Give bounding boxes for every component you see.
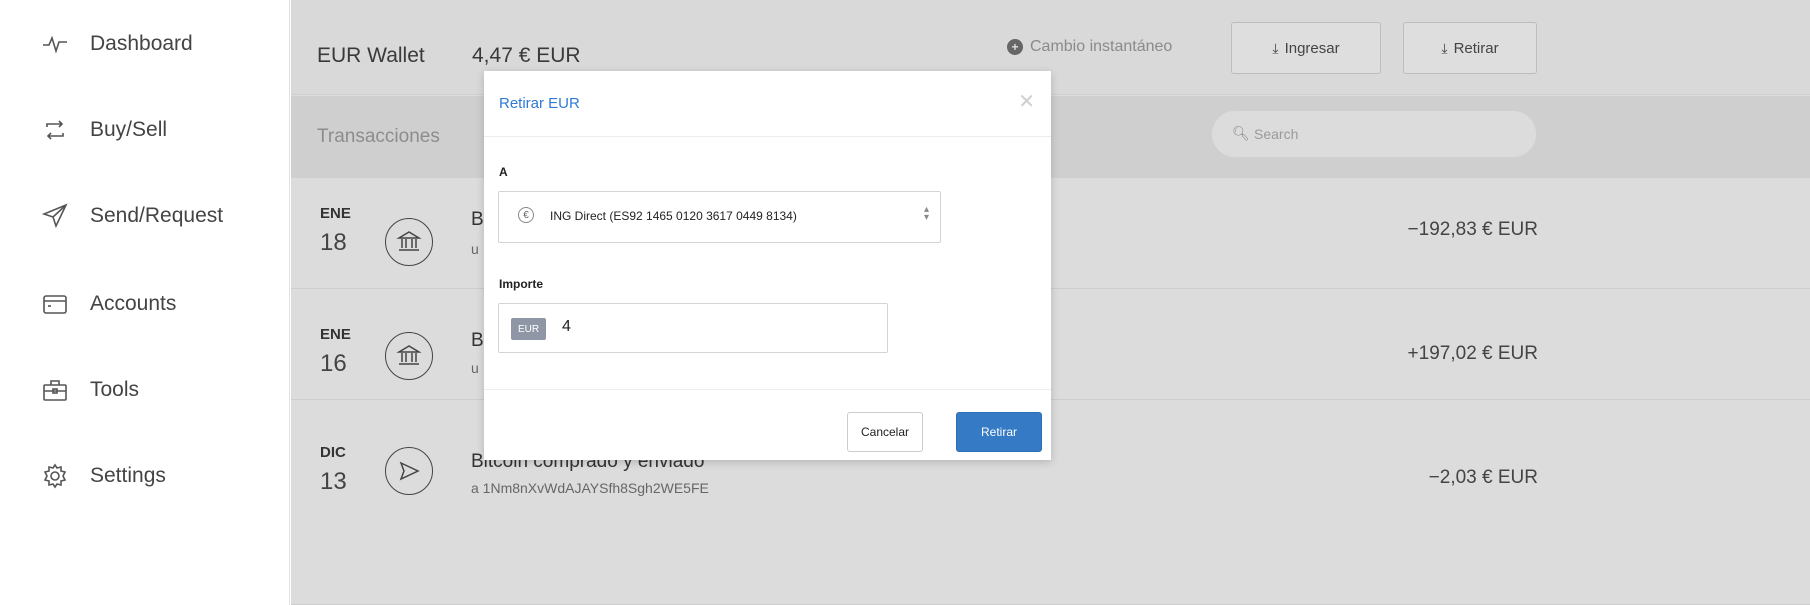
plus-circle-icon: + xyxy=(1007,39,1023,55)
tx-description: B xyxy=(471,330,484,351)
sidebar-item-label: Send/Request xyxy=(90,204,224,227)
tx-subtitle: a 1Nm8nXvWdAJAYSfh8Sgh2WE5FE xyxy=(471,480,709,496)
instant-exchange-toggle[interactable]: + Cambio instantáneo xyxy=(1007,38,1172,56)
tx-amount: −2,03 € EUR xyxy=(1428,467,1538,488)
withdraw-submit-button[interactable]: Retirar xyxy=(956,412,1042,452)
briefcase-icon xyxy=(40,375,70,405)
tx-description: B xyxy=(471,209,484,230)
sidebar-item-buy-sell[interactable]: Buy/Sell xyxy=(40,110,167,150)
sidebar-item-dashboard[interactable]: Dashboard xyxy=(40,24,193,64)
tx-day: 18 xyxy=(320,229,347,256)
close-icon[interactable]: ✕ xyxy=(1018,89,1035,114)
euro-icon: € xyxy=(518,207,534,223)
currency-badge: EUR xyxy=(511,318,546,340)
page-title: EUR Wallet xyxy=(317,44,425,67)
search-input[interactable]: 🔍︎ Search xyxy=(1211,110,1537,158)
amount-field[interactable]: EUR 4 xyxy=(498,303,888,353)
transactions-title: Transacciones xyxy=(317,126,440,147)
send-icon xyxy=(40,201,70,231)
bank-icon xyxy=(385,218,433,266)
tx-month: ENE xyxy=(320,326,351,343)
cancel-button[interactable]: Cancelar xyxy=(847,412,923,452)
bank-icon xyxy=(385,332,433,380)
amount-label: Importe xyxy=(499,277,544,291)
tx-subtitle: u xyxy=(471,241,479,257)
withdraw-button[interactable]: ⤓ Retirar xyxy=(1403,22,1537,74)
sidebar-item-label: Buy/Sell xyxy=(90,118,168,141)
divider xyxy=(484,389,1051,390)
amount-value: 4 xyxy=(562,318,571,335)
tx-day: 16 xyxy=(320,350,347,377)
modal-title: Retirar EUR xyxy=(499,95,580,112)
withdraw-modal: Retirar EUR ✕ A € ING Direct (ES92 1465 … xyxy=(484,71,1051,460)
divider xyxy=(484,136,1051,137)
download-icon: ⤓ xyxy=(1272,39,1279,56)
gear-icon xyxy=(40,461,70,491)
sidebar: Dashboard Buy/Sell Send/Request Accounts… xyxy=(0,0,290,605)
sidebar-item-accounts[interactable]: Accounts xyxy=(40,284,176,324)
deposit-label: Ingresar xyxy=(1284,39,1340,57)
sidebar-item-label: Dashboard xyxy=(90,32,193,55)
exchange-icon xyxy=(40,115,70,145)
sidebar-item-send-request[interactable]: Send/Request xyxy=(40,196,223,236)
tx-amount: +197,02 € EUR xyxy=(1407,343,1538,364)
account-select-value: ING Direct (ES92 1465 0120 3617 0449 813… xyxy=(550,209,797,223)
search-icon: 🔍︎ xyxy=(1232,125,1250,141)
withdraw-label: Retirar xyxy=(1453,39,1499,57)
to-label: A xyxy=(499,165,508,179)
wallet-balance: 4,47 € EUR xyxy=(472,44,581,67)
tx-subtitle: u xyxy=(471,360,479,376)
tx-amount: −192,83 € EUR xyxy=(1407,219,1538,240)
search-placeholder: Search xyxy=(1254,126,1299,142)
sidebar-item-settings[interactable]: Settings xyxy=(40,456,166,496)
sidebar-item-label: Settings xyxy=(90,464,166,487)
tx-month: ENE xyxy=(320,205,351,222)
chevron-updown-icon: ▴ ▾ xyxy=(923,204,929,223)
account-select[interactable]: € ING Direct (ES92 1465 0120 3617 0449 8… xyxy=(498,191,941,243)
sidebar-item-tools[interactable]: Tools xyxy=(40,370,139,410)
download-icon: ⤓ xyxy=(1441,39,1448,56)
deposit-button[interactable]: ⤓ Ingresar xyxy=(1231,22,1381,74)
send-icon xyxy=(385,447,433,495)
folder-icon xyxy=(40,289,70,319)
tx-day: 13 xyxy=(320,468,347,495)
sidebar-item-label: Accounts xyxy=(90,292,177,315)
sidebar-item-label: Tools xyxy=(90,378,140,401)
instant-exchange-label: Cambio instantáneo xyxy=(1030,38,1173,55)
tx-month: DIC xyxy=(320,444,346,461)
activity-icon xyxy=(40,29,70,59)
